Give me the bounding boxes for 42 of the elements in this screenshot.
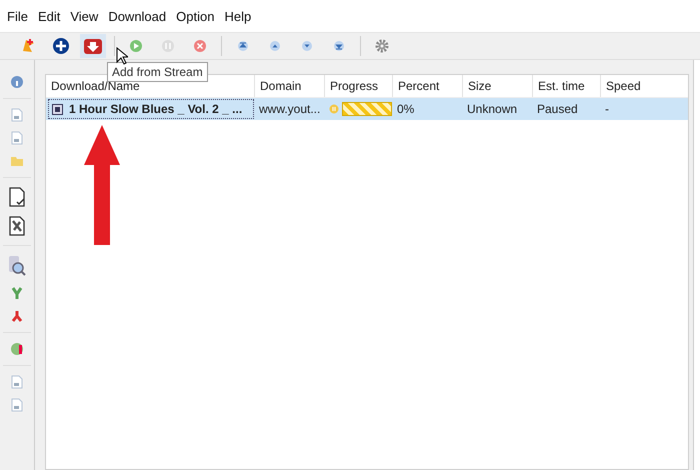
alert-icon[interactable]: [10, 342, 24, 356]
table-cell-text: -: [604, 102, 610, 116]
arrow-up-icon: [84, 125, 120, 245]
column-header[interactable]: Progress: [324, 75, 392, 97]
document-icon[interactable]: [10, 375, 24, 389]
cancel-icon: [191, 37, 209, 55]
download-row[interactable]: 1 Hour Slow Blues _ Vol. 2 _ ... www.yout... 0% Unknown Paused -: [46, 98, 688, 120]
progress-bar: [342, 102, 392, 116]
table-cell-text: Paused: [536, 102, 579, 116]
menu-item[interactable]: Option: [171, 8, 220, 24]
column-header[interactable]: Speed: [600, 75, 688, 97]
column-header[interactable]: Domain: [254, 75, 324, 97]
document-icon[interactable]: [10, 108, 24, 122]
toolbar-button[interactable]: [80, 34, 106, 58]
settings-icon: [373, 37, 391, 55]
split-icon[interactable]: [10, 309, 24, 323]
document-icon[interactable]: [10, 131, 24, 145]
menu-item[interactable]: Help: [219, 8, 256, 24]
download-icon: [83, 37, 103, 55]
pause-icon: [159, 37, 177, 55]
column-header[interactable]: Size: [462, 75, 532, 97]
add-icon: [52, 37, 70, 55]
table-cell-text: Unknown: [466, 102, 518, 116]
column-header[interactable]: Percent: [392, 75, 462, 97]
tooltip: Add from Stream: [107, 62, 208, 82]
info-icon[interactable]: [10, 75, 24, 89]
menu-item[interactable]: Download: [103, 8, 172, 24]
table-cell-text: 0%: [396, 102, 416, 116]
file-name: 1 Hour Slow Blues _ Vol. 2 _ ...: [69, 102, 242, 116]
pause-icon: [329, 104, 339, 114]
menu-item[interactable]: View: [65, 8, 104, 24]
merge-icon[interactable]: [10, 286, 24, 300]
document-check-icon[interactable]: [8, 187, 26, 207]
file-icon: [52, 104, 63, 114]
menu-item[interactable]: File: [2, 8, 33, 24]
menu-item[interactable]: Edit: [32, 8, 66, 24]
document-icon[interactable]: [10, 398, 24, 412]
cursor-icon: [116, 47, 128, 65]
magnifier-icon[interactable]: [6, 255, 28, 277]
play-icon: [127, 37, 145, 55]
table-cell-text: www.yout...: [258, 102, 322, 116]
column-header[interactable]: Est. time: [532, 75, 600, 97]
